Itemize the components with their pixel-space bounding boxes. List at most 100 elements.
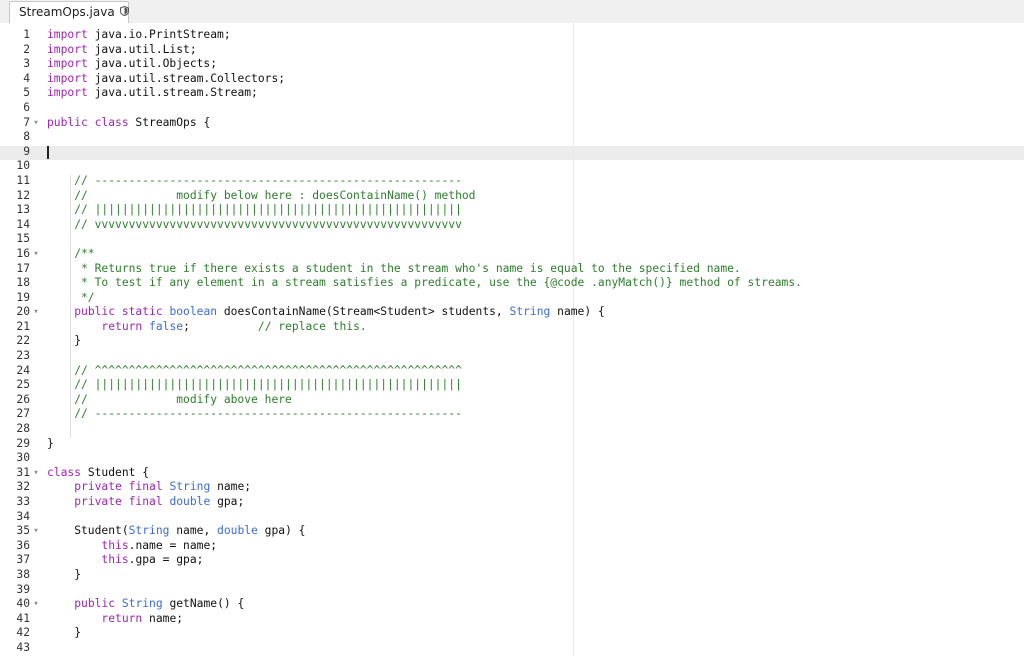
code-line[interactable]: 20 ▾ public static boolean doesContainNam… (0, 305, 1024, 320)
code-line[interactable]: 26 // modify above here (0, 393, 1024, 408)
code-line[interactable]: 32 private final String name; (0, 480, 1024, 495)
line-number: 32 (16, 480, 30, 494)
code-line[interactable]: 1 import java.io.PrintStream; (0, 28, 1024, 43)
code-text: * Returns true if there exists a student… (47, 262, 741, 277)
code-line[interactable]: 15 (0, 232, 1024, 247)
code-text: class Student { (47, 466, 149, 481)
line-number: 39 (16, 582, 30, 596)
fold-toggle-icon[interactable]: ▾ (32, 466, 40, 481)
type-token: String (121, 597, 163, 611)
line-number: 6 (23, 100, 30, 114)
fold-toggle-icon[interactable]: ▾ (32, 247, 40, 262)
code-line[interactable]: 13 // ||||||||||||||||||||||||||||||||||… (0, 203, 1024, 218)
keyword-token: private final (74, 480, 163, 494)
code-line[interactable]: 3 import java.util.Objects; (0, 57, 1024, 72)
fold-toggle-icon[interactable]: ▾ (32, 116, 40, 131)
code-line[interactable]: 42 } (0, 626, 1024, 641)
code-line[interactable]: 2 import java.util.List; (0, 43, 1024, 58)
code-line[interactable]: 7 ▾ public class StreamOps { (0, 116, 1024, 131)
code-line[interactable]: 39 (0, 583, 1024, 598)
code-line[interactable]: 33 private final double gpa; (0, 495, 1024, 510)
line-number: 21 (16, 319, 30, 333)
code-line[interactable]: 28 (0, 422, 1024, 437)
code-line[interactable]: 40 ▾ public String getName() { (0, 597, 1024, 612)
code-text: this.gpa = gpa; (47, 553, 203, 568)
line-number: 20 (16, 305, 30, 319)
code-text: import java.util.stream.Stream; (47, 86, 258, 101)
type-token: String (128, 524, 170, 538)
code-line[interactable]: 43 (0, 641, 1024, 656)
code-line[interactable]: 18 * To test if any element in a stream … (0, 276, 1024, 291)
line-number: 37 (16, 553, 30, 567)
code-text: import java.util.Objects; (47, 57, 217, 72)
line-number: 7 (23, 115, 30, 129)
code-text: import java.util.List; (47, 43, 197, 58)
code-line[interactable]: 35 ▾ Student(String name, double gpa) { (0, 524, 1024, 539)
code-line[interactable]: 9 (0, 145, 1024, 160)
keyword-token: import (47, 28, 88, 41)
code-token: } (47, 436, 54, 450)
code-line[interactable]: 17 * Returns true if there exists a stud… (0, 262, 1024, 277)
line-number: 33 (16, 495, 30, 508)
shield-icon (119, 2, 129, 23)
code-line[interactable]: 30 (0, 451, 1024, 466)
code-line[interactable]: 36 this.name = name; (0, 539, 1024, 554)
code-token: gpa) { (257, 524, 306, 538)
code-line[interactable]: 23 (0, 349, 1024, 364)
code-line[interactable]: 21 return false; // replace this. (0, 320, 1024, 335)
code-line[interactable]: 27 // ----------------------------------… (0, 407, 1024, 422)
code-text: public String getName() { (47, 597, 244, 612)
line-number: 34 (16, 509, 30, 523)
code-line[interactable]: 14 // vvvvvvvvvvvvvvvvvvvvvvvvvvvvvvvvvv… (0, 218, 1024, 233)
code-line[interactable]: 12 // modify below here : doesContainNam… (0, 189, 1024, 204)
code-line[interactable]: 29} (0, 437, 1024, 452)
code-line[interactable]: 5 import java.util.stream.Stream; (0, 86, 1024, 101)
code-line[interactable]: 41 return name; (0, 612, 1024, 627)
fold-toggle-icon[interactable]: ▾ (32, 524, 40, 539)
code-text: return false; // replace this. (47, 319, 366, 335)
fold-toggle-icon[interactable]: ▾ (32, 305, 40, 320)
keyword-token: this (101, 538, 129, 552)
code-token: gpa; (210, 495, 245, 508)
code-text: } (47, 626, 81, 641)
code-text: } (47, 437, 54, 452)
line-number: 28 (16, 422, 30, 436)
code-line[interactable]: 16 ▾ /** (0, 247, 1024, 262)
code-line[interactable]: 24 // ^^^^^^^^^^^^^^^^^^^^^^^^^^^^^^^^^^… (0, 364, 1024, 379)
comment-token: // |||||||||||||||||||||||||||||||||||||… (47, 378, 462, 392)
code-text: private final double gpa; (47, 495, 244, 510)
line-number: 19 (16, 290, 30, 304)
code-line[interactable]: 34 (0, 510, 1024, 525)
code-line[interactable]: 8 (0, 130, 1024, 145)
code-line[interactable]: 22 } (0, 334, 1024, 349)
fold-toggle-icon[interactable]: ▾ (32, 597, 40, 612)
type-token: String (169, 480, 211, 494)
code-text: // -------------------------------------… (47, 174, 462, 189)
line-number: 36 (16, 538, 30, 552)
code-line[interactable]: 6 (0, 101, 1024, 116)
code-token: getName() { (162, 597, 245, 611)
line-number: 4 (23, 71, 30, 85)
code-line[interactable]: 38 } (0, 568, 1024, 583)
comment-token: // vvvvvvvvvvvvvvvvvvvvvvvvvvvvvvvvvvvvv… (47, 217, 462, 231)
line-number: 24 (16, 363, 30, 377)
line-number: 15 (16, 232, 30, 246)
line-number: 1 (23, 28, 30, 41)
code-line[interactable]: 19 */ (0, 291, 1024, 306)
code-line[interactable]: 4 import java.util.stream.Collectors; (0, 72, 1024, 87)
code-line[interactable]: 25 // ||||||||||||||||||||||||||||||||||… (0, 378, 1024, 393)
code-line[interactable]: 37 this.gpa = gpa; (0, 553, 1024, 568)
line-number: 10 (16, 159, 30, 173)
code-line[interactable]: 10 (0, 159, 1024, 174)
code-line[interactable]: 11 // ----------------------------------… (0, 174, 1024, 189)
file-tab[interactable]: StreamOps.java (9, 1, 129, 23)
comment-token: // ^^^^^^^^^^^^^^^^^^^^^^^^^^^^^^^^^^^^^… (47, 363, 462, 377)
code-editor[interactable]: 1 import java.io.PrintStream; 2 import java… (0, 23, 1024, 656)
code-line[interactable]: 31 ▾ class Student { (0, 466, 1024, 481)
type-token: false (149, 319, 184, 333)
